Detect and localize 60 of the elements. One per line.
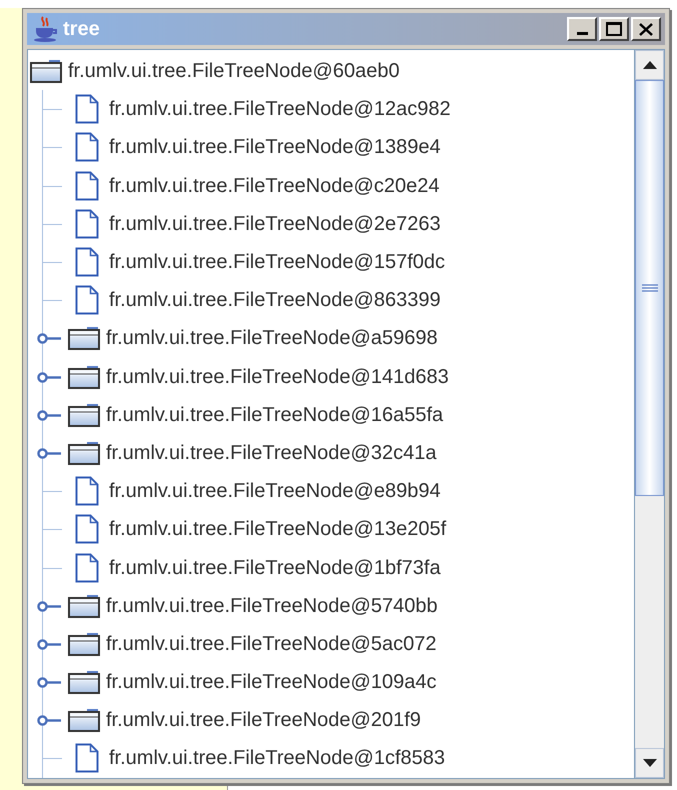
tree-node-label[interactable]: fr.umlv.ui.tree.FileTreeNode@c20e24 bbox=[109, 170, 440, 201]
tree-node-label[interactable]: fr.umlv.ui.tree.FileTreeNode@5ac072 bbox=[106, 628, 436, 659]
tree-node-label[interactable]: fr.umlv.ui.tree.FileTreeNode@201f9 bbox=[106, 705, 421, 736]
file-icon bbox=[75, 552, 99, 583]
file-icon bbox=[75, 132, 99, 162]
expand-handle[interactable] bbox=[37, 600, 61, 612]
folder-icon bbox=[68, 326, 100, 350]
expand-handle[interactable] bbox=[37, 372, 61, 382]
tree-node-label[interactable]: fr.umlv.ui.tree.FileTreeNode@2e7263 bbox=[109, 208, 441, 239]
file-icon bbox=[75, 170, 99, 201]
minimize-icon bbox=[576, 32, 588, 35]
tree-node-label[interactable]: fr.umlv.ui.tree.FileTreeNode@32c41a bbox=[106, 438, 436, 468]
tree-node-label[interactable]: fr.umlv.ui.tree.FileTreeNode@13e205f bbox=[109, 514, 446, 544]
scroll-up-button[interactable] bbox=[635, 50, 664, 80]
expand-handle[interactable] bbox=[37, 410, 61, 421]
tree-node-label[interactable]: fr.umlv.ui.tree.FileTreeNode@16a55fa bbox=[106, 400, 444, 430]
expand-handle[interactable] bbox=[37, 638, 61, 650]
maximize-icon bbox=[606, 22, 622, 36]
folder-icon bbox=[68, 402, 100, 427]
tree-node-label[interactable]: fr.umlv.ui.tree.FileTreeNode@e89b94 bbox=[109, 476, 441, 506]
scrollbar-thumb[interactable] bbox=[635, 80, 664, 496]
folder-icon bbox=[68, 632, 100, 656]
folder-icon bbox=[30, 59, 62, 84]
folder-icon bbox=[68, 364, 100, 389]
file-icon bbox=[75, 743, 99, 774]
tree-node-label[interactable]: fr.umlv.ui.tree.FileTreeNode@a59698 bbox=[106, 323, 438, 354]
grip-icon bbox=[642, 284, 658, 292]
folder-icon bbox=[68, 440, 100, 465]
expand-handle[interactable] bbox=[37, 333, 61, 344]
file-icon bbox=[75, 514, 99, 544]
tree-node-label[interactable]: fr.umlv.ui.tree.FileTreeNode@1cf8583 bbox=[109, 743, 446, 774]
down-arrow-icon bbox=[642, 759, 656, 767]
tree-node-label[interactable]: fr.umlv.ui.tree.FileTreeNode@141d683 bbox=[106, 362, 449, 392]
folder-icon bbox=[68, 670, 100, 694]
window-title: tree bbox=[63, 17, 100, 42]
file-icon bbox=[75, 94, 99, 124]
expand-handle[interactable] bbox=[37, 448, 61, 459]
close-icon bbox=[639, 22, 653, 36]
maximize-button[interactable] bbox=[599, 17, 629, 41]
up-arrow-icon bbox=[642, 61, 656, 69]
folder-icon bbox=[68, 708, 100, 732]
tree-node-label[interactable]: fr.umlv.ui.tree.FileTreeNode@109a4c bbox=[106, 667, 436, 698]
tree-node-label[interactable]: fr.umlv.ui.tree.FileTreeNode@5740bb bbox=[106, 590, 438, 621]
tree-node-label[interactable]: fr.umlv.ui.tree.FileTreeNode@863399 bbox=[109, 285, 441, 316]
scroll-down-button[interactable] bbox=[635, 748, 664, 778]
minimize-button[interactable] bbox=[567, 17, 597, 41]
tree-node-label[interactable]: fr.umlv.ui.tree.FileTreeNode@12ac982 bbox=[109, 94, 451, 124]
close-button[interactable] bbox=[631, 17, 661, 41]
tree-node-label[interactable]: fr.umlv.ui.tree.FileTreeNode@157f0dc bbox=[109, 247, 446, 278]
folder-icon bbox=[68, 594, 100, 618]
coffee-cup-icon bbox=[31, 15, 59, 43]
expand-handle[interactable] bbox=[37, 715, 61, 726]
file-icon bbox=[75, 247, 99, 278]
tree-node-label[interactable]: fr.umlv.ui.tree.FileTreeNode@1389e4 bbox=[109, 132, 441, 162]
tree-node-label[interactable]: fr.umlv.ui.tree.FileTreeNode@1bf73fa bbox=[109, 552, 441, 583]
file-icon bbox=[75, 208, 99, 239]
file-icon bbox=[75, 476, 99, 506]
expand-handle[interactable] bbox=[37, 677, 61, 688]
tree-node-label[interactable]: fr.umlv.ui.tree.FileTreeNode@60aeb0 bbox=[68, 56, 400, 86]
file-icon bbox=[75, 285, 99, 316]
